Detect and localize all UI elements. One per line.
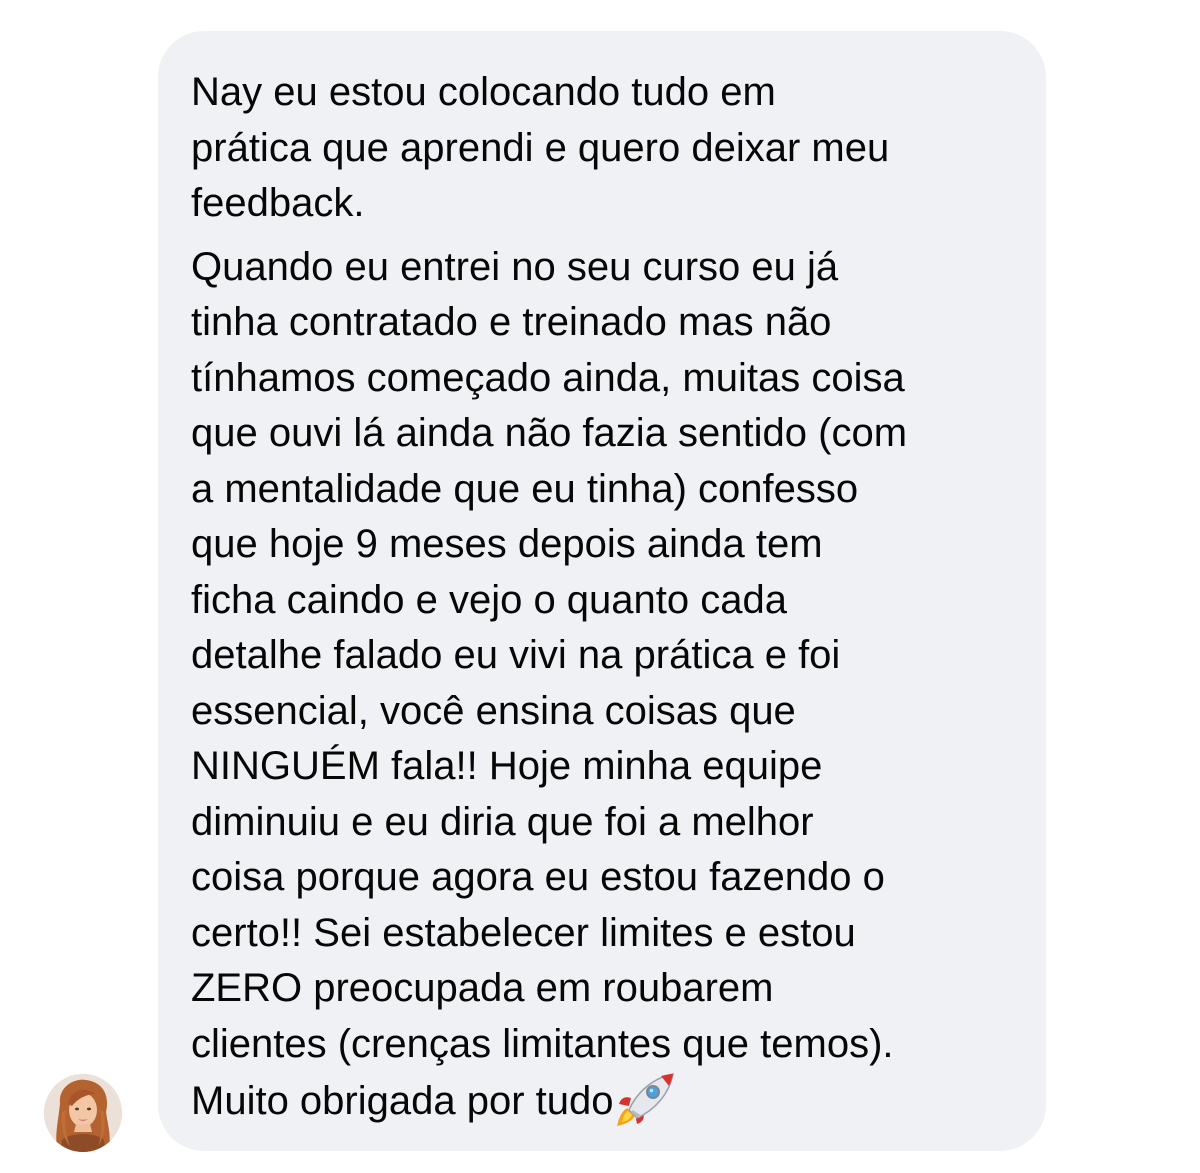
message-line: certo!! Sei estabelecer limites e estou (191, 910, 856, 955)
message-line: Nay eu estou colocando tudo em (191, 70, 776, 114)
message-line: detalhe falado eu vivi na prática e foi (191, 633, 841, 677)
message-bubble[interactable]: Nay eu estou colocando tudo em prática q… (158, 31, 1046, 1151)
profile-photo-icon (44, 1074, 122, 1152)
message-line: ZERO preocupada em roubarem (191, 966, 774, 1010)
message-line: Quando eu entrei no seu curso eu já (191, 244, 839, 289)
message-line: coisa porque agora eu estou fazendo o (191, 855, 885, 899)
message-line: feedback. (191, 181, 365, 225)
message-line: essencial, você ensina coisas que (191, 688, 796, 733)
message-paragraph-2: Quando eu entrei no seu curso eu já tinh… (191, 240, 1016, 1130)
message-line: tinha contratado e treinado mas não (191, 300, 832, 344)
message-last-line: Muito obrigada por tudo (191, 1072, 1016, 1130)
sender-avatar[interactable] (44, 1074, 122, 1152)
message-line: tínhamos começado ainda, muitas coisa (191, 355, 905, 400)
message-paragraph-1: Nay eu estou colocando tudo em prática q… (191, 65, 1016, 232)
rocket-emoji-icon (615, 1072, 677, 1128)
message-line: que hoje 9 meses depois ainda tem (191, 522, 823, 566)
message-line-text: Muito obrigada por tudo (191, 1079, 614, 1123)
message-line: diminuiu e eu diria que foi a melhor (191, 799, 814, 844)
message-line: a mentalidade que eu tinha) confesso (191, 466, 859, 511)
message-line: ficha caindo e vejo o quanto cada (191, 577, 787, 622)
message-line: clientes (crenças limitantes que temos). (191, 1021, 894, 1066)
message-line: NINGUÉM fala!! Hoje minha equipe (191, 744, 823, 788)
message-line: prática que aprendi e quero deixar meu (191, 125, 890, 170)
message-line: que ouvi lá ainda não fazia sentido (com (191, 411, 908, 455)
